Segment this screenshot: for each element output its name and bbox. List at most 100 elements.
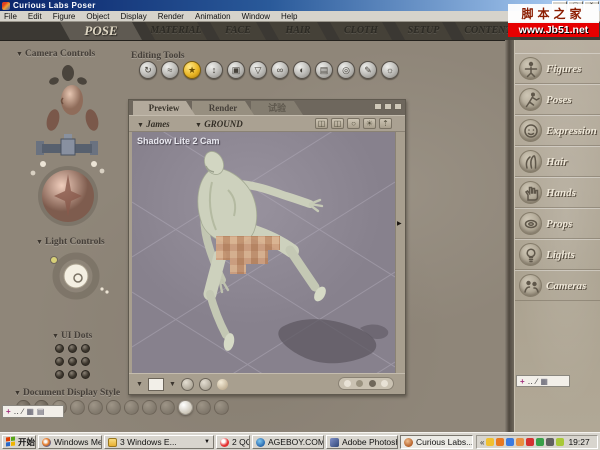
- ime-input-method-icon[interactable]: +: [6, 406, 11, 417]
- menu-edit[interactable]: Edit: [28, 12, 42, 21]
- tray-icon-3[interactable]: [506, 438, 514, 446]
- camera-select-dot-right[interactable]: [100, 169, 105, 174]
- ime-softkey-icon[interactable]: ▤: [37, 406, 45, 417]
- style-texture-shaded[interactable]: [214, 400, 229, 415]
- camera-flyaround-dot-right[interactable]: [91, 161, 97, 167]
- light-controls-label[interactable]: ▼Light Controls: [36, 237, 105, 247]
- expand-arrow-icon[interactable]: ▶: [397, 220, 402, 227]
- ui-dot[interactable]: [68, 370, 77, 379]
- light-indicator-dot[interactable]: [51, 257, 58, 264]
- left-hand-icon[interactable]: [45, 108, 62, 132]
- color-tool[interactable]: ◐: [293, 61, 311, 79]
- ime-keyboard-icon[interactable]: ▦: [540, 376, 548, 387]
- ime-language-bar-2[interactable]: + ‥ ∕ ▦: [516, 375, 570, 387]
- taskbar-curious-labs[interactable]: Curious Labs...: [400, 435, 473, 449]
- menu-object[interactable]: Object: [86, 12, 109, 21]
- tray-icon-4[interactable]: [516, 438, 524, 446]
- tracking-dot[interactable]: [356, 380, 363, 387]
- translate-pull-tool[interactable]: ★: [183, 61, 201, 79]
- ime-mode-icon[interactable]: ‥: [528, 376, 533, 387]
- document-side-strip[interactable]: ▶: [395, 132, 404, 373]
- menu-render[interactable]: Render: [158, 12, 184, 21]
- style-lit-wireframe[interactable]: [88, 400, 103, 415]
- style-smooth-shaded[interactable]: [178, 400, 193, 415]
- tray-icon-6[interactable]: [536, 438, 544, 446]
- ui-dot[interactable]: [68, 357, 77, 366]
- rotate-tool[interactable]: ↻: [139, 61, 157, 79]
- ui-dot[interactable]: [55, 344, 64, 353]
- render-tab[interactable]: Render: [192, 101, 254, 115]
- ui-dot[interactable]: [81, 344, 90, 353]
- prop-selector[interactable]: ▼ GROUND: [195, 119, 243, 129]
- tray-icon-1[interactable]: [486, 438, 494, 446]
- tracking-mode-selector[interactable]: [338, 377, 394, 390]
- camera-select-dot-left[interactable]: [31, 171, 36, 176]
- style-hidden-line[interactable]: [70, 400, 85, 415]
- taskbar-clock[interactable]: 19:27: [568, 437, 589, 447]
- light-preset-icon[interactable]: ☀: [363, 118, 376, 129]
- tab-material[interactable]: MATERIAL: [145, 22, 207, 40]
- ui-dots-label[interactable]: ▼UI Dots: [52, 331, 92, 341]
- tab-pose[interactable]: POSE: [60, 22, 142, 40]
- ui-dot[interactable]: [55, 357, 64, 366]
- ime-input-method-icon[interactable]: +: [520, 376, 525, 387]
- style-cartoon[interactable]: [142, 400, 157, 415]
- camera-flyaround-dot-left[interactable]: [40, 161, 46, 167]
- posing-camera-preset-icon[interactable]: ◫: [331, 118, 344, 129]
- document-display-style-label[interactable]: ▼Document Display Style: [14, 388, 120, 398]
- grouping-tool[interactable]: ▤: [315, 61, 333, 79]
- style-smooth-lined[interactable]: [196, 400, 211, 415]
- library-item-hands[interactable]: Hands: [515, 177, 600, 208]
- hand-camera-preset-icon[interactable]: ⇡: [379, 118, 392, 129]
- style-dropdown-icon[interactable]: ▼: [169, 381, 176, 388]
- ime-pen-icon[interactable]: ∕: [536, 376, 537, 387]
- style-flat-shaded[interactable]: [106, 400, 121, 415]
- menu-help[interactable]: Help: [281, 12, 297, 21]
- view-magnifier-tool[interactable]: ◎: [337, 61, 355, 79]
- taskbar-qq-group[interactable]: 2 QQ ▼: [216, 435, 250, 449]
- ime-language-bar[interactable]: + ‥ ∕ ▦ ▤: [2, 405, 64, 418]
- start-button[interactable]: 开始: [2, 435, 36, 449]
- library-item-cameras[interactable]: Cameras: [515, 270, 600, 301]
- camera-controls-widget[interactable]: [12, 60, 122, 232]
- tray-icon-2[interactable]: [496, 438, 504, 446]
- twist-tool[interactable]: ≈: [161, 61, 179, 79]
- menu-display[interactable]: Display: [121, 12, 147, 21]
- taper-tool[interactable]: ▽: [249, 61, 267, 79]
- close-doc-icon[interactable]: [394, 103, 402, 110]
- scale-tool[interactable]: ▣: [227, 61, 245, 79]
- menu-animation[interactable]: Animation: [195, 12, 231, 21]
- camera-center-cube[interactable]: [61, 139, 75, 155]
- library-item-poses[interactable]: Poses: [515, 84, 600, 115]
- taskbar-windows-media[interactable]: Windows Medi...: [38, 435, 102, 449]
- style-flat-lined[interactable]: [124, 400, 139, 415]
- bg-color-dropdown-icon[interactable]: ▼: [136, 381, 143, 388]
- hands-camera-icon[interactable]: [62, 65, 74, 81]
- ime-keyboard-icon[interactable]: ▦: [26, 406, 34, 417]
- group-dropdown-icon[interactable]: ▼: [204, 439, 210, 445]
- ui-dot[interactable]: [81, 357, 90, 366]
- tab-face[interactable]: FACE: [210, 22, 266, 40]
- resize-icon[interactable]: [384, 103, 392, 110]
- tray-chevron-icon[interactable]: «: [480, 438, 484, 447]
- direct-manipulation-tool[interactable]: ☼: [381, 61, 399, 79]
- display-style-button[interactable]: [181, 378, 194, 391]
- tab-hair[interactable]: HAIR: [269, 22, 327, 40]
- right-hand-camera-icon[interactable]: [76, 76, 88, 86]
- library-item-hair[interactable]: Hair: [515, 146, 600, 177]
- background-color-chip[interactable]: [148, 378, 164, 391]
- camera-name-label[interactable]: Shadow Lite 2 Cam: [137, 136, 220, 146]
- ui-dot[interactable]: [81, 370, 90, 379]
- face-camera-icon[interactable]: [61, 85, 83, 115]
- tracking-dot[interactable]: [344, 380, 351, 387]
- menu-file[interactable]: File: [4, 12, 17, 21]
- style-cartoon-lined[interactable]: [160, 400, 175, 415]
- viewport-canvas[interactable]: Shadow Lite 2 Cam: [132, 132, 395, 373]
- library-item-lights[interactable]: Lights: [515, 239, 600, 270]
- camera-controls-label[interactable]: ▼Camera Controls: [16, 49, 95, 59]
- tab-setup[interactable]: SETUP: [395, 22, 452, 40]
- shadow-toggle-button[interactable]: [199, 378, 212, 391]
- menu-figure[interactable]: Figure: [53, 12, 76, 21]
- taskbar-browser[interactable]: AGEBOY.COM: [252, 435, 324, 449]
- tray-icon-5[interactable]: [526, 438, 534, 446]
